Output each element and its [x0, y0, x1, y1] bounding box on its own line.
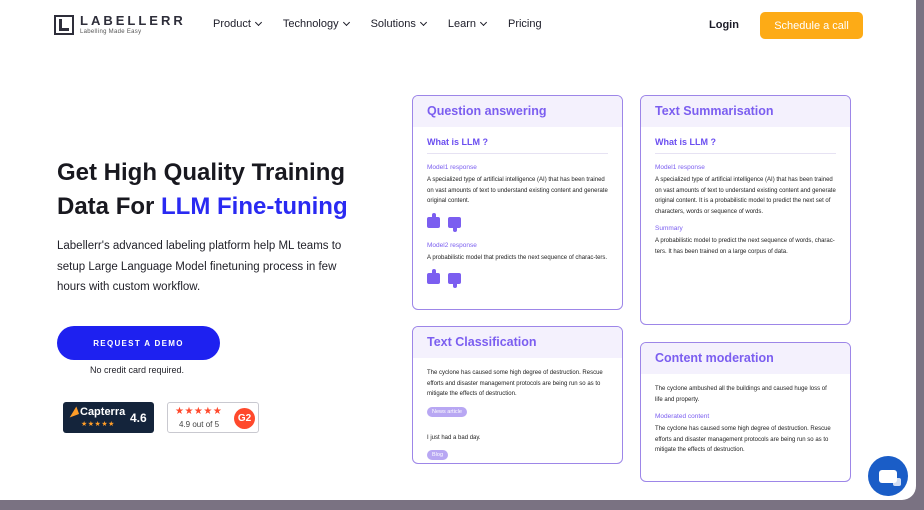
card-question-answering: Question answering What is LLM ? Model1 … [412, 95, 623, 310]
nav-item-pricing[interactable]: Pricing [508, 18, 542, 30]
nav-label: Solutions [370, 18, 416, 30]
g2-badge[interactable]: ★★★★★ 4.9 out of 5 G2 [167, 402, 259, 433]
model2-text: A probabilistic model that predicts the … [427, 254, 608, 261]
no-card-note: No credit card required. [90, 365, 185, 375]
card-title: Content moderation [641, 343, 850, 374]
logo-icon [54, 14, 74, 35]
card-question: What is LLM ? [655, 137, 836, 154]
card-title: Text Classification [413, 327, 622, 358]
capterra-score: 4.6 [130, 411, 147, 425]
logo-tagline: Labelling Made Easy [80, 29, 142, 35]
login-link[interactable]: Login [709, 19, 739, 31]
model1-label: Model1 response [427, 164, 477, 171]
hero-title-accent: LLM Fine-tuning [161, 193, 348, 220]
classification-text-1: The cyclone has caused some high degree … [427, 370, 603, 397]
chevron-down-icon [419, 18, 427, 27]
hero-title: Get High Quality Training Data For LLM F… [57, 156, 397, 224]
thumbs-up-icon[interactable] [427, 269, 440, 284]
model1-text: A specialized type of artificial intelli… [427, 177, 608, 204]
logo[interactable]: LABELLERR Labelling Made Easy [54, 14, 186, 35]
model2-label: Model2 response [427, 241, 477, 249]
card-text-summarisation: Text Summarisation What is LLM ? Model1 … [640, 95, 851, 325]
chevron-down-icon [479, 18, 488, 27]
g2-score: 4.9 out of 5 [179, 420, 220, 429]
nav-label: Product [213, 18, 251, 30]
nav-label: Technology [282, 18, 339, 30]
chat-icon [879, 469, 901, 486]
classification-text-2: I just had a bad day. [427, 434, 481, 441]
nav-item-learn[interactable]: Learn [447, 18, 488, 30]
tag-blog: Blog [427, 450, 449, 460]
logo-name: LABELLERR [80, 13, 186, 28]
summary-label: Summary [655, 225, 683, 232]
hero-title-line1: Get High Quality Training [57, 159, 346, 186]
card-question: What is LLM ? [427, 137, 608, 154]
model1-label: Model1 response [655, 164, 705, 171]
card-text-classification: Text Classification The cyclone has caus… [412, 326, 623, 464]
thumbs-up-icon[interactable] [427, 212, 440, 228]
card-title: Text Summarisation [641, 96, 850, 127]
chevron-down-icon [342, 18, 350, 27]
moderation-text: The cyclone ambushed all the buildings a… [655, 386, 827, 403]
nav-label: Learn [447, 18, 476, 30]
summary-text: A probabilistic model to predict the nex… [655, 238, 835, 255]
nav-item-product[interactable]: Product [213, 18, 262, 30]
thumbs-down-icon[interactable] [448, 273, 461, 288]
schedule-call-button[interactable]: Schedule a call [760, 12, 863, 39]
chat-widget-button[interactable] [868, 456, 908, 496]
chevron-down-icon [254, 18, 262, 27]
capterra-name: Capterra [80, 406, 126, 418]
g2-stars: ★★★★★ [175, 406, 223, 417]
nav-item-technology[interactable]: Technology [282, 18, 350, 30]
hero-title-prefix: Data For [57, 193, 162, 220]
thumbs-down-icon[interactable] [448, 216, 461, 232]
hero-description: Labellerr's advanced labeling platform h… [57, 240, 342, 293]
card-content-moderation: Content moderation The cyclone ambushed … [640, 342, 851, 482]
nav-label: Pricing [507, 18, 542, 30]
g2-logo-icon: G2 [234, 408, 255, 429]
capterra-logo-icon [66, 406, 80, 418]
card-title: Question answering [413, 96, 622, 127]
capterra-badge[interactable]: Capterra ★★★★★ 4.6 [63, 402, 154, 433]
moderated-text: The cyclone has caused some high degree … [655, 426, 831, 453]
moderated-label: Moderated content [655, 413, 710, 420]
capterra-stars: ★★★★★ [81, 421, 115, 428]
page: LABELLERR Labelling Made Easy Product Te… [0, 0, 916, 500]
tag-news-article: News article [427, 406, 467, 417]
request-demo-button[interactable]: REQUEST A DEMO [57, 326, 220, 360]
main-nav: Product Technology Solutions Learn Prici… [213, 18, 542, 30]
model1-text: A specialized type of artificial intelli… [655, 177, 836, 215]
nav-item-solutions[interactable]: Solutions [370, 18, 427, 30]
